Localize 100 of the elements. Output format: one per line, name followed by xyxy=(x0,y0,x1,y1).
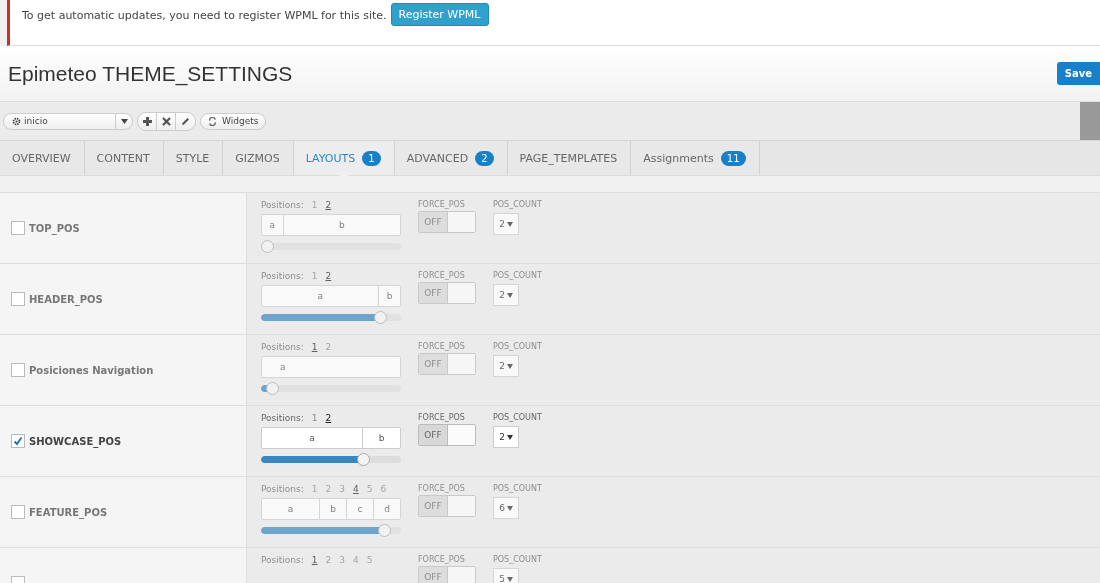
caret-icon xyxy=(506,221,513,227)
slider-thumb[interactable] xyxy=(374,311,387,324)
position-count-link[interactable]: 1 xyxy=(311,413,318,423)
slider-thumb[interactable] xyxy=(378,524,392,537)
caret-icon xyxy=(506,292,513,298)
position-count-link[interactable]: 4 xyxy=(352,555,359,565)
slider-thumb[interactable] xyxy=(357,453,371,466)
segment[interactable]: b xyxy=(320,499,348,519)
position-count-link[interactable]: 1 xyxy=(311,484,318,494)
position-name: TOP_POS xyxy=(29,222,80,234)
pos-count-label: POS_COUNT xyxy=(493,271,542,280)
count-dropdown[interactable]: 2 xyxy=(493,284,519,306)
toggle-switch[interactable]: OFF xyxy=(418,282,476,304)
segment[interactable]: a xyxy=(262,499,321,519)
slider-thumb[interactable] xyxy=(266,382,280,395)
close-icon xyxy=(161,116,171,126)
caret-icon xyxy=(506,576,513,582)
checkbox[interactable] xyxy=(11,221,25,235)
slider[interactable] xyxy=(261,312,401,323)
slider[interactable] xyxy=(261,525,401,536)
position-count-link[interactable]: 3 xyxy=(339,555,345,565)
positions-label: Positions: xyxy=(261,555,304,565)
position-count-link[interactable]: 2 xyxy=(325,271,332,281)
count-badge: 11 xyxy=(720,150,746,166)
toggle-switch[interactable]: OFF xyxy=(418,211,476,233)
force-pos-label: FORCE_POS xyxy=(418,413,466,422)
count-dropdown[interactable]: 2 xyxy=(493,213,519,235)
position-count-link[interactable]: 3 xyxy=(339,484,345,494)
panel-handle[interactable] xyxy=(1080,102,1100,140)
positions-label: Positions: xyxy=(261,413,304,423)
position-count-link[interactable]: 5 xyxy=(366,555,373,565)
position-count-link[interactable]: 1 xyxy=(311,555,318,565)
tab[interactable]: LAYOUTS 1 xyxy=(293,141,395,175)
position-count-link[interactable]: 4 xyxy=(352,484,359,494)
segment[interactable]: b xyxy=(283,215,400,235)
force-pos-label: FORCE_POS xyxy=(418,271,466,280)
segment[interactable]: b xyxy=(379,286,400,306)
position-count-link[interactable]: 1 xyxy=(311,342,318,352)
widgets-button[interactable]: Widgets xyxy=(200,112,267,130)
position-count-link[interactable]: 2 xyxy=(325,555,332,565)
segment[interactable]: a xyxy=(262,428,363,448)
position-count-link[interactable]: 2 xyxy=(325,484,332,494)
pencil-icon xyxy=(181,116,190,126)
slider[interactable] xyxy=(261,454,401,465)
positions-label: Positions: xyxy=(261,484,304,494)
count-badge: 2 xyxy=(475,150,494,166)
position-count-link[interactable]: 2 xyxy=(325,413,332,423)
caret-icon xyxy=(506,505,513,511)
position-count-link[interactable]: 6 xyxy=(380,484,387,494)
toggle-switch[interactable]: OFF xyxy=(418,353,476,375)
pos-count-label: POS_COUNT xyxy=(493,413,542,422)
count-dropdown[interactable]: 2 xyxy=(493,355,519,377)
position-count-link[interactable]: 5 xyxy=(366,484,373,494)
checkbox[interactable] xyxy=(11,505,25,519)
pos-count-label: POS_COUNT xyxy=(493,484,542,493)
position-name: HEADER_POS xyxy=(29,293,103,305)
position-count-link[interactable]: 2 xyxy=(325,342,332,352)
count-dropdown[interactable]: 2 xyxy=(493,426,519,448)
save-button[interactable]: Save xyxy=(1056,62,1100,85)
position-count-link[interactable]: 2 xyxy=(325,200,332,210)
caret-icon xyxy=(120,118,128,124)
toggle-switch[interactable]: OFF xyxy=(418,495,476,517)
toggle-switch[interactable]: OFF xyxy=(418,566,476,583)
pos-count-label: POS_COUNT xyxy=(493,342,542,351)
position-name: Posiciones Navigation xyxy=(29,364,154,376)
notice-text: To get automatic updates, you need to register WPML for this site. xyxy=(22,9,387,22)
pos-count-label: POS_COUNT xyxy=(493,555,542,564)
force-pos-label: FORCE_POS xyxy=(418,484,466,493)
toggle-switch[interactable]: OFF xyxy=(418,424,476,446)
positions-label: Positions: xyxy=(261,342,304,352)
force-pos-label: FORCE_POS xyxy=(418,342,466,351)
segment[interactable]: b xyxy=(363,428,400,448)
position-count-link[interactable]: 1 xyxy=(311,200,318,210)
gear-icon xyxy=(12,116,21,126)
register-button[interactable]: Register WPML xyxy=(390,3,489,26)
segment[interactable]: d xyxy=(374,499,400,519)
page-title: Epimeteo THEME_SETTINGS xyxy=(8,61,293,86)
checkbox[interactable] xyxy=(11,292,25,306)
count-dropdown[interactable]: 5 xyxy=(493,568,519,583)
plus-icon xyxy=(142,116,152,126)
slider[interactable] xyxy=(261,241,401,252)
position-count-link[interactable]: 1 xyxy=(311,271,318,281)
caret-icon xyxy=(506,434,513,440)
count-dropdown[interactable]: 6 xyxy=(493,497,519,519)
segment[interactable]: a xyxy=(262,215,284,235)
position-name: SHOWCASE_POS xyxy=(29,435,122,447)
force-pos-label: FORCE_POS xyxy=(418,555,466,564)
positions-label: Positions: xyxy=(261,200,304,210)
style-dropdown[interactable]: inicio xyxy=(3,112,133,130)
segment[interactable]: a xyxy=(262,357,304,377)
checkbox[interactable] xyxy=(11,363,25,377)
positions-label: Positions: xyxy=(261,271,304,281)
slider-thumb[interactable] xyxy=(260,240,274,253)
segment[interactable]: a xyxy=(262,286,380,306)
slider[interactable] xyxy=(261,383,401,394)
segment[interactable]: c xyxy=(347,499,375,519)
checkbox[interactable] xyxy=(11,434,25,448)
refresh-icon xyxy=(208,116,217,126)
position-name: FEATURE_POS xyxy=(29,506,108,518)
force-pos-label: FORCE_POS xyxy=(418,200,466,209)
